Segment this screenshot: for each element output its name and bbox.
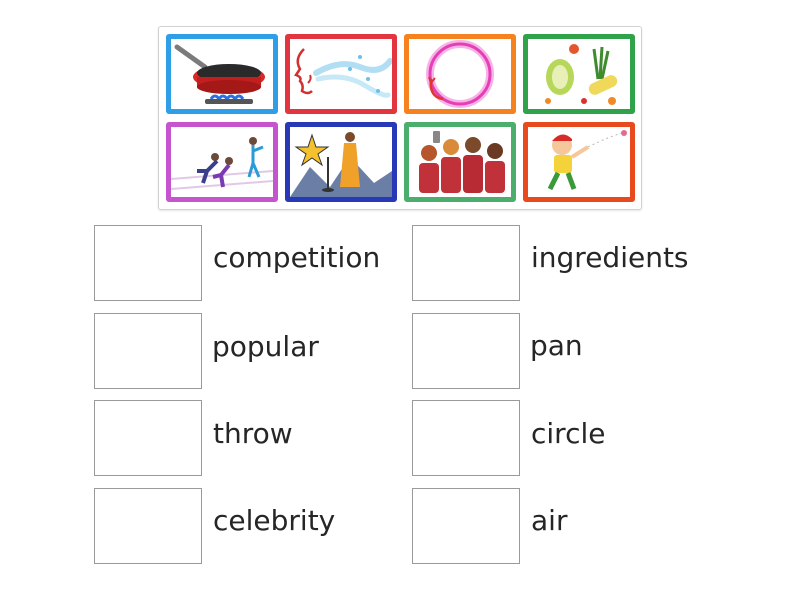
celebrity-on-stage-icon [290, 127, 392, 197]
card-air[interactable] [285, 34, 397, 114]
drop-slot-ingredients[interactable] [412, 225, 520, 301]
word-throw: throw [213, 417, 293, 450]
card-celebrity[interactable] [285, 122, 397, 202]
word-competition: competition [213, 241, 381, 274]
card-popular[interactable] [404, 122, 516, 202]
boy-throwing-ball-icon [528, 127, 630, 197]
word-celebrity: celebrity [213, 504, 336, 537]
face-blowing-air-icon [290, 39, 392, 109]
vegetable-ingredients-icon [528, 39, 630, 109]
drop-slot-celebrity[interactable] [94, 488, 202, 564]
drop-slot-throw[interactable] [94, 400, 202, 476]
word-popular: popular [212, 330, 319, 363]
card-pan[interactable] [166, 34, 278, 114]
frying-pan-on-stove-icon [171, 39, 273, 109]
word-air: air [531, 504, 568, 537]
drop-slot-air[interactable] [412, 488, 520, 564]
group-of-friends-selfie-icon [409, 127, 511, 197]
word-pan: pan [530, 329, 583, 362]
drop-slot-competition[interactable] [94, 225, 202, 301]
card-throw[interactable] [523, 122, 635, 202]
drop-slot-popular[interactable] [94, 313, 202, 389]
glowing-circle-icon [409, 39, 511, 109]
word-circle: circle [531, 417, 606, 450]
drop-slot-circle[interactable] [412, 400, 520, 476]
drop-slot-pan[interactable] [412, 313, 520, 389]
card-circle[interactable] [404, 34, 516, 114]
image-card-tray [158, 26, 642, 210]
card-ingredients[interactable] [523, 34, 635, 114]
word-ingredients: ingredients [531, 241, 689, 274]
running-race-icon [171, 127, 273, 197]
card-competition[interactable] [166, 122, 278, 202]
